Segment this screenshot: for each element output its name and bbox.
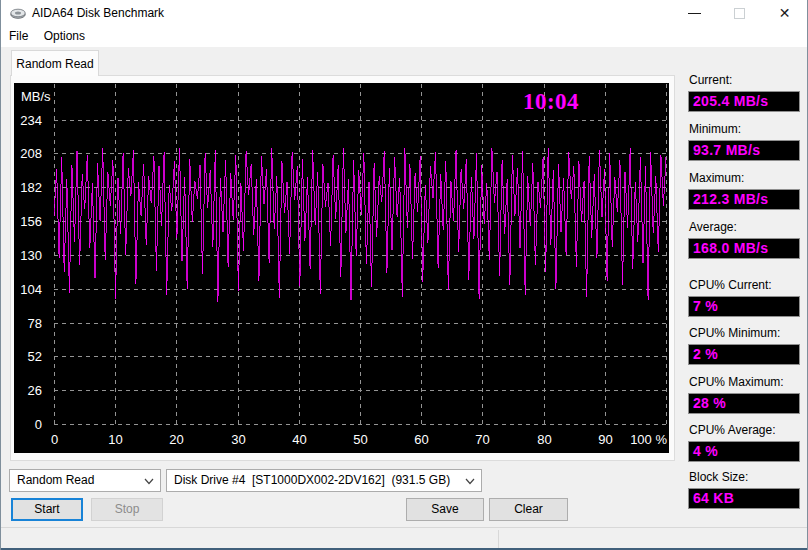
window-title: AIDA64 Disk Benchmark (32, 6, 164, 20)
drive-select-value: Disk Drive #4 [ST1000DX002-2DV162] (931.… (174, 473, 450, 487)
stat-label: Block Size: (689, 470, 748, 484)
app-window: AIDA64 Disk Benchmark ✕ File Options Ran… (0, 0, 808, 550)
stat-value-box: 168.0 MB/s (688, 238, 800, 259)
stat-label: CPU% Current: (689, 278, 772, 292)
x-tick-label: 100 % (630, 432, 667, 447)
stat-value-box: 205.4 MB/s (688, 91, 800, 112)
x-tick-label: 0 (51, 432, 58, 447)
y-tick-label: 26 (28, 383, 42, 398)
status-bar (1, 527, 807, 550)
stat-label: Maximum: (689, 171, 744, 185)
minimize-icon (688, 13, 701, 14)
x-tick-label: 80 (537, 432, 551, 447)
drive-select[interactable]: Disk Drive #4 [ST1000DX002-2DV162] (931.… (166, 469, 482, 492)
clear-button[interactable]: Clear (489, 498, 568, 521)
stat-value-box: 93.7 MB/s (688, 140, 800, 161)
chevron-down-icon (144, 478, 154, 485)
start-button[interactable]: Start (11, 498, 83, 521)
x-tick-label: 10 (108, 432, 122, 447)
benchmark-type-select[interactable]: Random Read (9, 469, 161, 492)
stop-button[interactable]: Stop (91, 498, 163, 521)
stat-label: Average: (689, 220, 737, 234)
y-tick-label: 104 (20, 282, 42, 297)
close-button[interactable]: ✕ (762, 0, 807, 26)
y-axis-unit-label: MB/s (21, 89, 51, 104)
maximize-icon (734, 8, 745, 19)
x-tick-label: 70 (475, 432, 489, 447)
stat-label: Current: (689, 73, 732, 87)
title-bar: AIDA64 Disk Benchmark ✕ (1, 0, 807, 26)
save-button[interactable]: Save (406, 498, 484, 521)
y-tick-label: 52 (28, 349, 42, 364)
menu-options[interactable]: Options (39, 26, 92, 46)
status-bar-divider (498, 530, 499, 549)
stat-value-box: 28 % (688, 393, 800, 414)
close-icon: ✕ (779, 6, 791, 20)
y-tick-label: 234 (20, 113, 42, 128)
y-tick-label: 182 (20, 180, 42, 195)
stat-label: CPU% Minimum: (689, 326, 780, 340)
stat-label: Minimum: (689, 122, 741, 136)
benchmark-type-value: Random Read (17, 473, 94, 487)
y-tick-label: 0 (35, 417, 42, 432)
y-tick-label: 78 (28, 316, 42, 331)
x-tick-label: 90 (598, 432, 612, 447)
x-tick-label: 60 (414, 432, 428, 447)
stat-value-box: 64 KB (688, 488, 800, 509)
stat-value-box: 2 % (688, 344, 800, 365)
x-tick-label: 30 (231, 432, 245, 447)
benchmark-chart: 0 10 20 30 40 50 60 70 80 90 100 % 0 26 52 78 104 130 156… (14, 83, 669, 453)
stat-value-box: 7 % (688, 296, 800, 317)
app-icon (10, 5, 26, 21)
stat-value-box: 212.3 MB/s (688, 189, 800, 210)
x-tick-label: 50 (353, 432, 367, 447)
x-tick-label: 40 (292, 432, 306, 447)
stat-label: CPU% Maximum: (689, 375, 784, 389)
minimize-button[interactable] (672, 0, 717, 26)
tab-random-read[interactable]: Random Read (11, 50, 99, 76)
tab-page: 0 10 20 30 40 50 60 70 80 90 100 % 0 26 52 78 104 130 156… (10, 75, 675, 461)
chevron-down-icon (465, 478, 475, 485)
elapsed-time-label: 10:04 (523, 89, 579, 114)
y-tick-label: 208 (20, 146, 42, 161)
y-tick-label: 156 (20, 214, 42, 229)
y-tick-label: 130 (20, 248, 42, 263)
maximize-button[interactable] (717, 0, 762, 26)
menu-bar: File Options (1, 26, 807, 47)
menu-file[interactable]: File (1, 26, 35, 46)
x-tick-label: 20 (169, 432, 183, 447)
stat-label: CPU% Average: (689, 423, 776, 437)
benchmark-chart-svg: 0 10 20 30 40 50 60 70 80 90 100 % 0 26 52 78 104 130 156… (14, 83, 669, 453)
stat-value-box: 4 % (688, 441, 800, 462)
